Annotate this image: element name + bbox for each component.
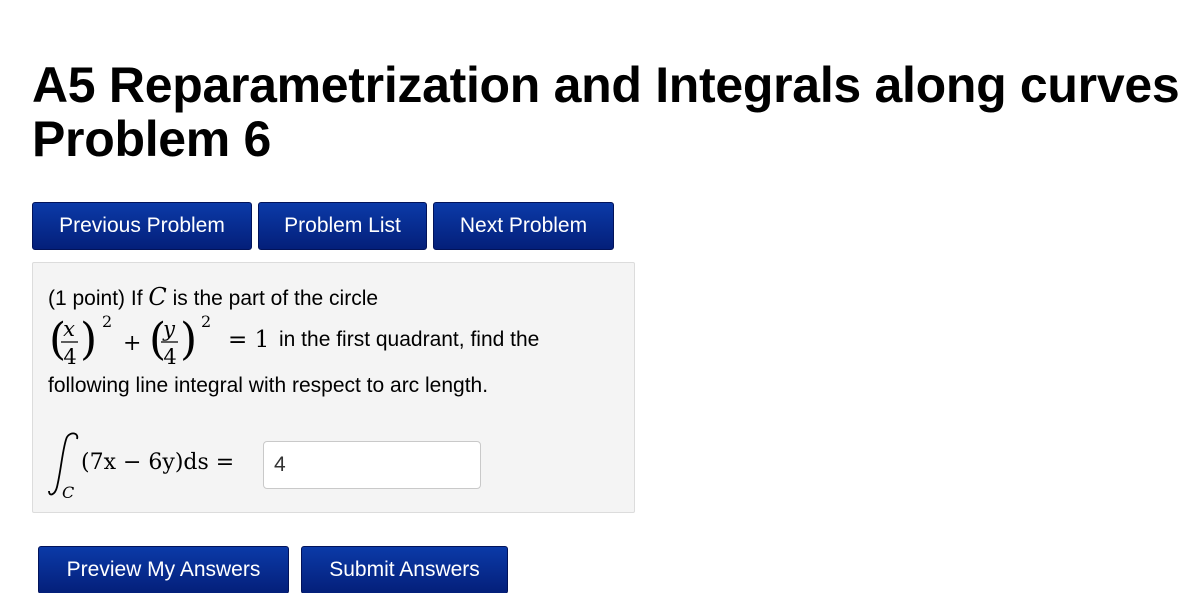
page-title-line1: A5 Reparametrization and Integrals along… (32, 57, 1180, 113)
svg-text:x: x (63, 317, 75, 341)
integral-subscript: C (62, 483, 75, 502)
problem-panel: (1 point) If C is the part of the circle… (32, 262, 635, 513)
equation-text: in the first quadrant, find the (279, 328, 540, 351)
preview-answers-button[interactable]: Preview My Answers (38, 546, 289, 593)
answer-input[interactable] (263, 441, 481, 489)
page-title: A5 Reparametrization and Integrals along… (32, 57, 1180, 167)
next-problem-button[interactable]: Next Problem (433, 202, 614, 250)
svg-text:y: y (162, 317, 176, 341)
svg-text:): ) (180, 314, 197, 365)
page: A5 Reparametrization and Integrals along… (0, 0, 1193, 593)
svg-text:): ) (80, 314, 97, 365)
svg-text:4: 4 (63, 345, 76, 369)
problem-list-button[interactable]: Problem List (258, 202, 427, 250)
svg-text:4: 4 (163, 345, 176, 369)
problem-line3: following line integral with respect to … (48, 374, 489, 397)
svg-text:2: 2 (102, 312, 112, 331)
equation-rhs: = 1 (228, 327, 269, 353)
svg-text:+: + (123, 331, 141, 356)
equation-equals-one: = 1 (228, 327, 270, 353)
svg-text:2: 2 (201, 312, 211, 331)
page-title-line2: Problem 6 (32, 111, 272, 167)
integral-expression: (7x − 6y)ds = (81, 450, 235, 475)
previous-problem-button[interactable]: Previous Problem (32, 202, 252, 250)
submit-answers-button[interactable]: Submit Answers (301, 546, 508, 593)
